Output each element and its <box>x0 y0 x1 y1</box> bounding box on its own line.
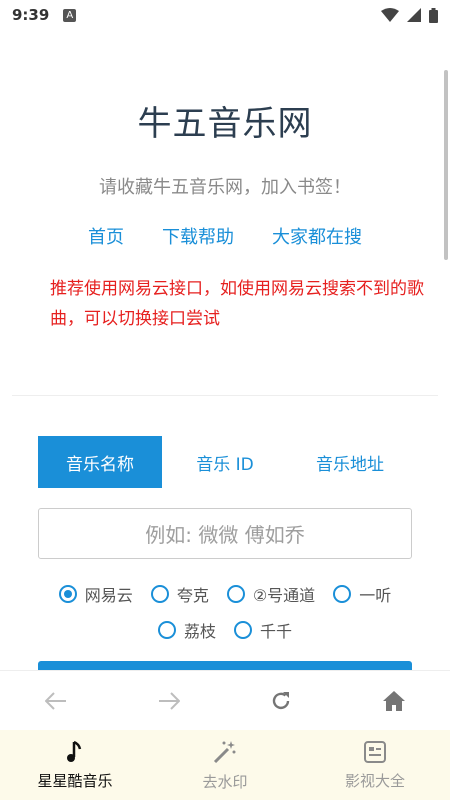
radio-channel-2[interactable]: ②号通道 <box>226 582 316 606</box>
site-title: 牛五音乐网 <box>137 104 313 144</box>
radio-unchecked-icon <box>150 585 169 603</box>
browser-toolbar <box>0 670 450 730</box>
nav-link-download-help[interactable]: 下载帮助 <box>162 223 234 249</box>
radio-label: 荔枝 <box>183 622 216 641</box>
magic-wand-icon <box>213 740 236 763</box>
radio-unchecked-icon <box>234 621 252 639</box>
battery-icon <box>429 7 438 23</box>
notification-a-icon: A <box>63 8 77 22</box>
search-submit-button[interactable] <box>38 661 412 670</box>
radio-quark[interactable]: 夸克 <box>150 582 209 606</box>
bottom-nav-watermark-remover[interactable]: 去水印 <box>150 730 300 800</box>
search-type-tabs: 音乐名称 音乐 ID 音乐地址 <box>38 436 412 488</box>
refresh-button[interactable] <box>261 681 301 721</box>
radio-label: ②号通道 <box>252 586 316 605</box>
status-bar: 9:39 A <box>0 0 450 30</box>
site-subtitle: 请收藏牛五音乐网，加入书签！ <box>99 177 351 198</box>
music-note-icon <box>67 740 82 762</box>
status-time: 9:39 <box>12 6 50 24</box>
bottom-nav-music[interactable]: 星星酷音乐 <box>0 730 150 800</box>
tab-music-id[interactable]: 音乐 ID <box>162 436 288 488</box>
status-icons <box>381 7 438 23</box>
radio-yiting[interactable]: 一听 <box>333 582 391 606</box>
back-button[interactable] <box>36 681 76 721</box>
bottom-nav-label: 星星酷音乐 <box>37 771 113 790</box>
radio-unchecked-icon <box>333 585 352 603</box>
nav-links: 首页 下载帮助 大家都在搜 <box>0 223 450 249</box>
nav-link-popular-searches[interactable]: 大家都在搜 <box>272 223 362 249</box>
notice-text: 推荐使用网易云接口，如使用网易云搜索不到的歌曲，可以切换接口尝试 <box>50 279 424 329</box>
home-button[interactable] <box>374 681 414 721</box>
radio-netease[interactable]: 网易云 <box>58 582 133 606</box>
radio-label: 千千 <box>260 622 293 641</box>
radio-label: 一听 <box>359 586 392 605</box>
radio-label: 夸克 <box>176 586 209 605</box>
radio-unchecked-icon <box>157 621 176 639</box>
home-icon <box>382 690 405 711</box>
bottom-nav: 星星酷音乐 去水印 影视大全 <box>0 730 450 800</box>
forward-arrow-icon <box>158 691 180 710</box>
bottom-nav-label: 去水印 <box>202 772 248 791</box>
web-content: 牛五音乐网 请收藏牛五音乐网，加入书签！ 首页 下载帮助 大家都在搜 推荐使用网… <box>0 30 450 670</box>
bottom-nav-label: 影视大全 <box>344 771 405 790</box>
video-list-icon <box>364 740 386 763</box>
radio-label: 网易云 <box>84 586 133 605</box>
signal-icon <box>407 8 421 22</box>
radio-checked-icon <box>58 585 77 603</box>
forward-button[interactable] <box>149 681 189 721</box>
radio-unchecked-icon <box>226 585 245 603</box>
refresh-icon <box>273 691 290 709</box>
divider <box>12 395 438 396</box>
nav-link-home[interactable]: 首页 <box>88 223 124 249</box>
back-arrow-icon <box>45 691 67 710</box>
search-input[interactable]: 例如: 微微 傅如乔 <box>38 508 412 559</box>
source-radio-group: 网易云 夸克 ②号通道 一听 荔枝 千千 <box>38 582 412 642</box>
wifi-icon <box>381 8 399 22</box>
tab-music-url[interactable]: 音乐地址 <box>288 436 412 488</box>
tab-music-name[interactable]: 音乐名称 <box>38 436 162 488</box>
radio-lizhi[interactable]: 荔枝 <box>157 618 216 642</box>
bottom-nav-movies[interactable]: 影视大全 <box>300 730 450 800</box>
radio-qianqian[interactable]: 千千 <box>234 618 292 642</box>
